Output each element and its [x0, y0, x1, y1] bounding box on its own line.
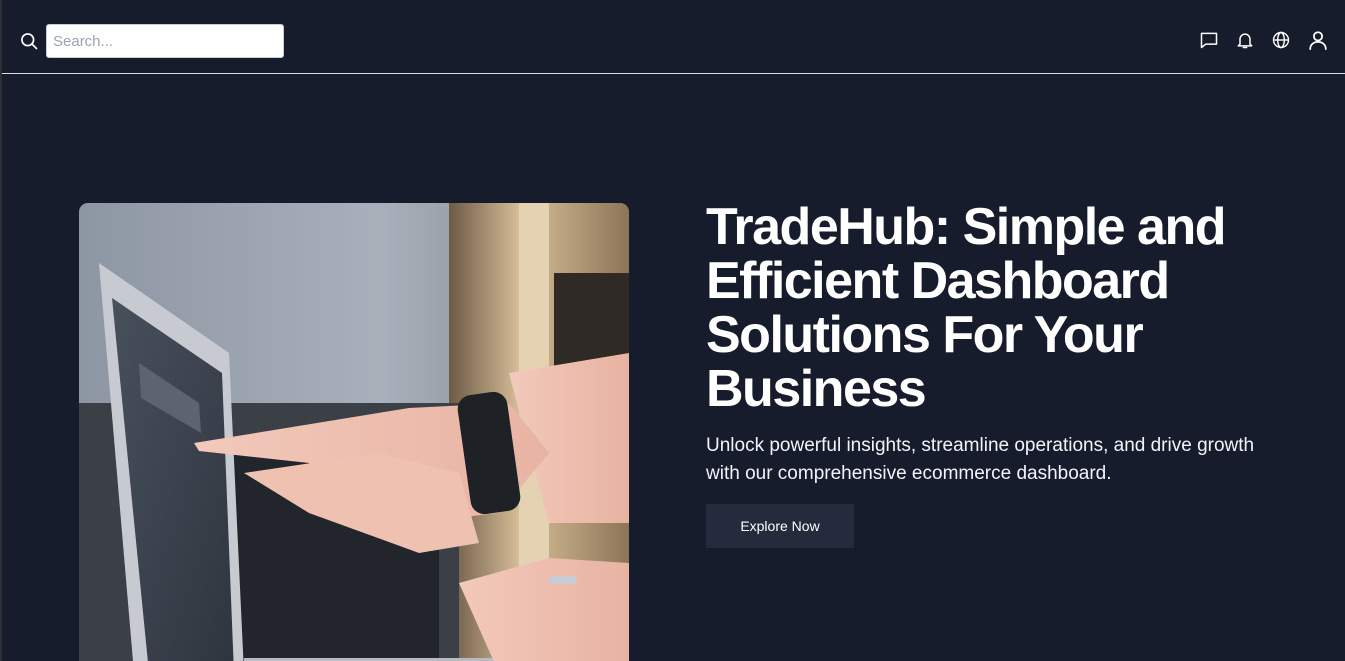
message-icon[interactable]	[1199, 30, 1219, 50]
hero-image	[79, 203, 629, 661]
laptop-photo	[79, 203, 629, 661]
hero-section: TradeHub: Simple and Efficient Dashboard…	[706, 200, 1306, 548]
bell-icon[interactable]	[1235, 30, 1255, 50]
app-frame: TradeHub: Simple and Efficient Dashboard…	[0, 0, 1345, 661]
explore-now-button[interactable]: Explore Now	[706, 504, 854, 548]
globe-icon[interactable]	[1271, 30, 1291, 50]
search-input[interactable]	[46, 24, 284, 58]
top-navigation-bar	[2, 0, 1345, 74]
hero-title: TradeHub: Simple and Efficient Dashboard…	[706, 198, 1226, 418]
user-icon[interactable]	[1307, 29, 1329, 51]
header-actions	[1199, 29, 1329, 51]
search-icon[interactable]	[19, 31, 39, 51]
hero-subtitle: Unlock powerful insights, streamline ope…	[706, 435, 1255, 484]
